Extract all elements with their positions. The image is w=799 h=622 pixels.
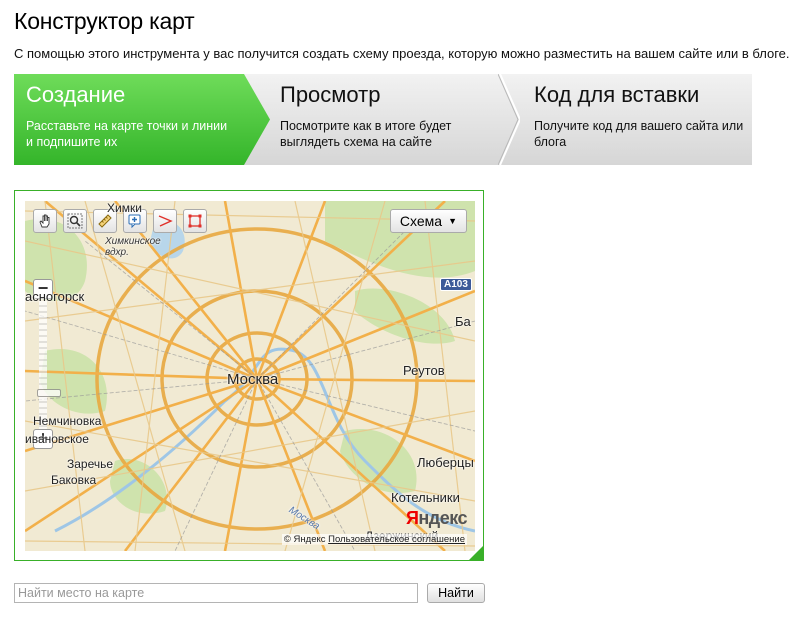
map-label-krasnogorsk: асногорск xyxy=(25,289,85,304)
page-subtitle: С помощью этого инструмента у вас получи… xyxy=(14,46,790,61)
map-label-nemchinovka: Немчиновка xyxy=(33,414,102,428)
chevron-down-icon: ▼ xyxy=(448,216,457,226)
map-label-zarechye: Заречье xyxy=(67,457,114,471)
polyline-icon[interactable] xyxy=(153,209,177,233)
highway-shield: A103 xyxy=(440,278,472,291)
page-title: Конструктор карт xyxy=(14,8,195,34)
step-preview[interactable]: Просмотр Посмотрите как в итоге будет вы… xyxy=(258,74,518,165)
map-label-khimki-reservoir: Химкинское вдхр. xyxy=(105,236,161,258)
step-separator-chevron xyxy=(498,74,520,165)
map-copyright: © Яндекс Пользовательское соглашение xyxy=(281,534,467,545)
zoom-slider[interactable] xyxy=(37,301,61,429)
map-label-kotelniki: Котельники xyxy=(391,490,460,505)
user-agreement-link[interactable]: Пользовательское соглашение xyxy=(328,534,465,545)
yandex-logo: Яндекс xyxy=(405,508,468,528)
map-label-ba: Ба xyxy=(455,314,471,329)
step-create-title: Создание xyxy=(26,82,126,107)
search-button[interactable]: Найти xyxy=(427,583,485,603)
wizard-steps: Просмотр Посмотрите как в итоге будет вы… xyxy=(14,74,752,165)
map-search-input[interactable] xyxy=(14,583,418,603)
map-label-ivanovskoe: ивановское xyxy=(25,432,89,446)
layer-select-button[interactable]: Схема ▼ xyxy=(389,209,467,233)
map-label-moskva: Москва xyxy=(227,371,279,388)
zoom-slider-thumb[interactable] xyxy=(37,389,61,397)
step-embed-code-desc: Получите код для вашего сайта или блога xyxy=(534,119,744,149)
polygon-icon[interactable] xyxy=(183,209,207,233)
map-canvas[interactable]: Схема ▼ − + Химки Химкинское вдхр. асног… xyxy=(25,201,475,551)
map-label-reutov: Реутов xyxy=(403,363,445,378)
step-create[interactable]: Создание Расставьте на карте точки и лин… xyxy=(14,74,270,165)
map-label-lyubertsy: Люберцы xyxy=(417,455,474,470)
map-label-khimki: Химки xyxy=(107,201,142,215)
step-embed-code[interactable]: Код для вставки Получите код для вашего … xyxy=(512,74,752,165)
step-embed-code-title: Код для вставки xyxy=(534,82,700,107)
hand-icon[interactable] xyxy=(33,209,57,233)
step-create-desc: Расставьте на карте точки и линии и подп… xyxy=(26,119,228,149)
copyright-owner: © Яндекс xyxy=(283,534,326,545)
map-label-bakovka: Баковка xyxy=(51,473,97,487)
step-preview-desc: Посмотрите как в итоге будет выглядеть с… xyxy=(280,119,452,149)
step-preview-title: Просмотр xyxy=(280,82,381,107)
magnifier-icon[interactable] xyxy=(63,209,87,233)
layer-select-label: Схема xyxy=(399,213,443,229)
